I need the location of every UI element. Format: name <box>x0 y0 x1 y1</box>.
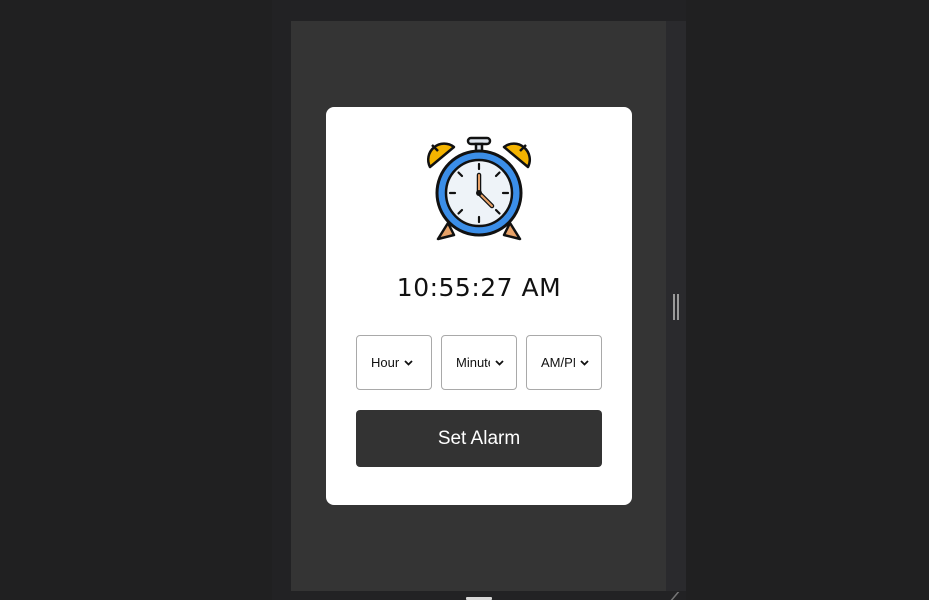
resize-handle[interactable] <box>673 294 679 320</box>
ampm-select-value: AM/PM <box>541 355 575 370</box>
alarm-card: 10:55:27 AM Hour Minute AM/PM Set Alarm <box>326 107 632 505</box>
chevron-down-icon <box>404 359 413 366</box>
current-time: 10:55:27 AM <box>396 273 562 302</box>
alarm-selects: Hour Minute AM/PM <box>356 335 602 390</box>
hour-select[interactable]: Hour <box>356 335 432 390</box>
chevron-down-icon <box>495 359 504 366</box>
minute-select[interactable]: Minute <box>441 335 517 390</box>
set-alarm-button[interactable]: Set Alarm <box>356 410 602 467</box>
alarm-clock-icon <box>424 135 534 245</box>
minute-select-value: Minute <box>456 355 490 370</box>
hour-select-value: Hour <box>371 355 400 370</box>
ampm-select[interactable]: AM/PM <box>526 335 602 390</box>
chevron-down-icon <box>580 359 589 366</box>
